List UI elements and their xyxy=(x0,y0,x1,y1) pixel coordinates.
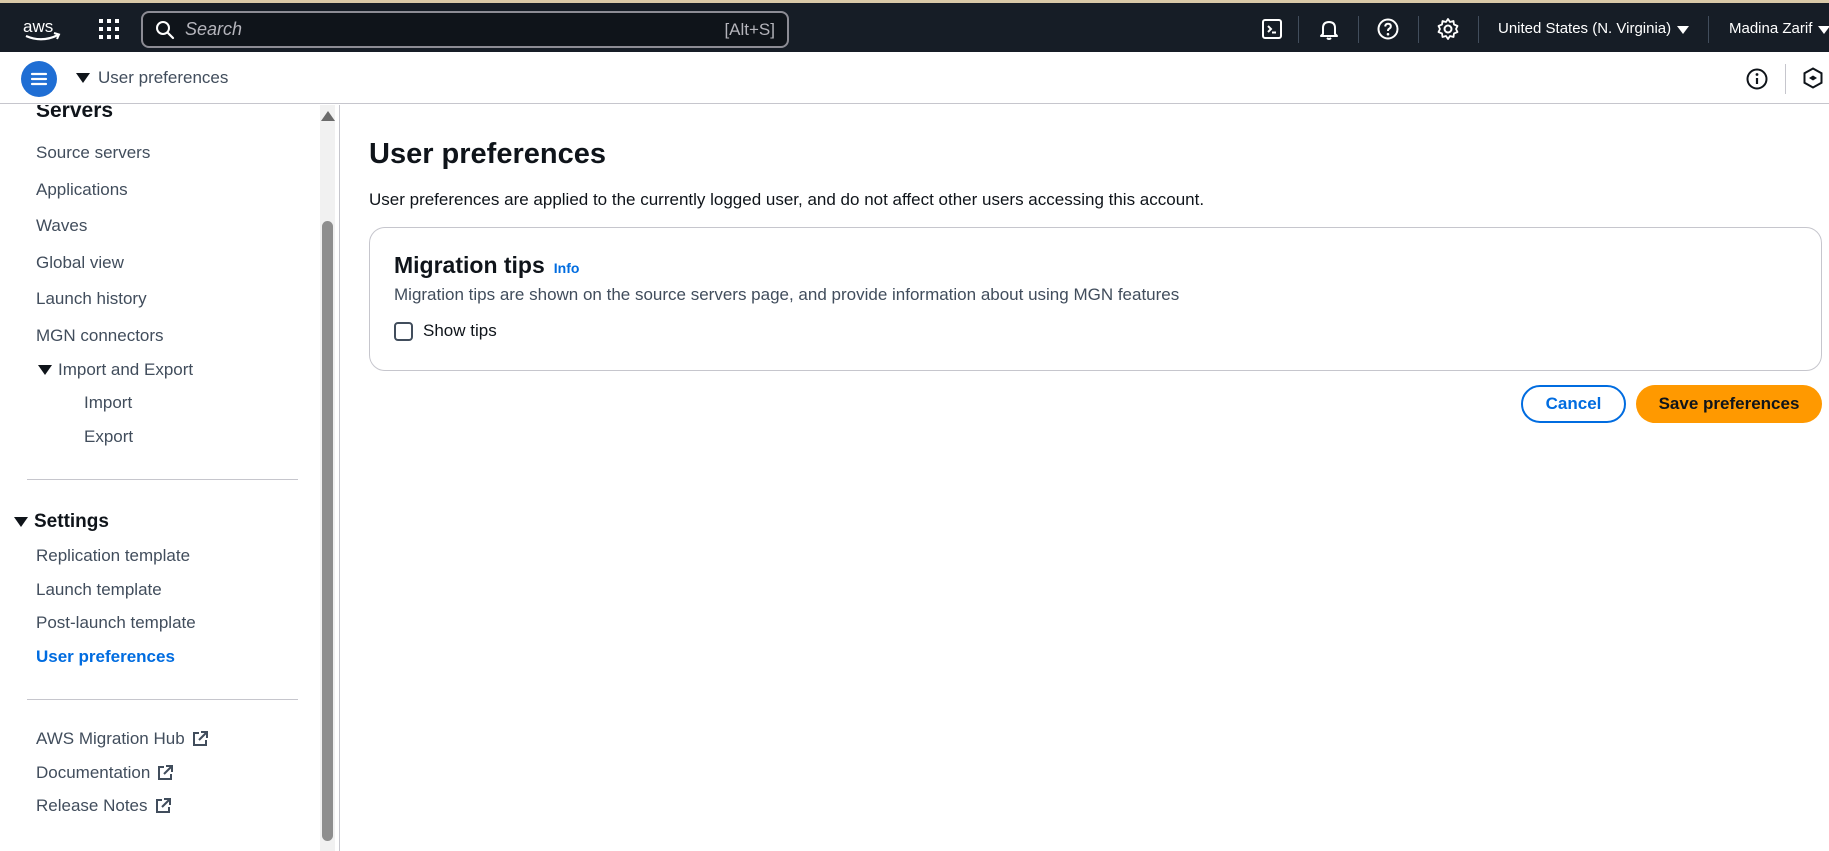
page-title: User preferences xyxy=(369,138,606,170)
sidebar-item-mgn-connectors[interactable]: MGN connectors xyxy=(36,326,164,346)
external-link-icon xyxy=(192,731,208,746)
caret-down-icon xyxy=(14,517,28,527)
show-tips-label[interactable]: Show tips xyxy=(423,321,497,341)
sidebar-divider xyxy=(27,699,298,700)
sidebar-scrollbar-thumb[interactable] xyxy=(322,221,333,841)
breadcrumb-current: User preferences xyxy=(98,68,229,87)
sidebar-item-user-preferences[interactable]: User preferences xyxy=(36,647,175,667)
account-menu[interactable]: Madina Zarif xyxy=(1729,20,1829,37)
scroll-up-arrow-icon[interactable] xyxy=(321,111,335,121)
sidebar-section-settings[interactable]: Settings xyxy=(14,511,109,533)
sidebar-item-export[interactable]: Export xyxy=(84,427,133,447)
aws-logo-text: aws xyxy=(23,17,53,36)
caret-down-icon xyxy=(1818,25,1829,34)
region-selector[interactable]: United States (N. Virginia) xyxy=(1498,20,1690,37)
sidebar-item-global-view[interactable]: Global view xyxy=(36,253,124,273)
account-name: Madina Zarif xyxy=(1729,20,1813,37)
sidebar-item-source-servers[interactable]: Source servers xyxy=(36,143,150,163)
settings-icon[interactable] xyxy=(1436,17,1460,41)
cancel-button[interactable]: Cancel xyxy=(1521,385,1626,423)
link-label: AWS Migration Hub xyxy=(36,729,185,748)
breadcrumb-bar: User preferences xyxy=(0,52,1829,104)
sidebar-link-documentation[interactable]: Documentation xyxy=(36,763,174,783)
sidebar-item-launch-template[interactable]: Launch template xyxy=(36,580,162,600)
search-shortcut: [Alt+S] xyxy=(724,19,775,39)
caret-down-icon xyxy=(76,73,90,83)
sidebar-divider xyxy=(27,479,298,480)
sidebar-item-replication-template[interactable]: Replication template xyxy=(36,546,190,566)
caret-down-icon xyxy=(1677,25,1690,34)
panel-header: Migration tips Info xyxy=(394,252,579,279)
caret-down-icon xyxy=(38,365,52,375)
nav-divider xyxy=(1358,16,1359,43)
nav-divider xyxy=(1418,16,1419,43)
sidebar-item-post-launch-template[interactable]: Post-launch template xyxy=(36,613,196,633)
servers-heading: Servers xyxy=(36,105,114,122)
nav-divider xyxy=(1478,16,1479,43)
bell-icon[interactable] xyxy=(1317,17,1341,41)
cloudshell-icon[interactable] xyxy=(1260,17,1284,41)
link-label: Documentation xyxy=(36,763,151,782)
page-description: User preferences are applied to the curr… xyxy=(369,190,1205,209)
migration-tips-panel: Migration tips Info Migration tips are s… xyxy=(369,227,1822,371)
region-label: United States (N. Virginia) xyxy=(1498,20,1672,37)
save-preferences-button[interactable]: Save preferences xyxy=(1636,385,1822,423)
sidebar-section-label: Import and Export xyxy=(58,360,194,379)
breadcrumb-divider xyxy=(1785,64,1786,94)
sidebar-link-migration-hub[interactable]: AWS Migration Hub xyxy=(36,729,209,749)
sidebar-section-import-export[interactable]: Import and Export xyxy=(38,360,193,380)
sidebar-link-release-notes[interactable]: Release Notes xyxy=(36,796,172,816)
aws-logo[interactable]: aws xyxy=(22,15,62,43)
menu-toggle-button[interactable] xyxy=(21,61,57,97)
sidebar-item-applications[interactable]: Applications xyxy=(36,180,128,200)
settings-heading: Settings xyxy=(34,511,109,532)
search-bar[interactable]: [Alt+S] xyxy=(141,11,789,48)
search-input[interactable] xyxy=(185,19,725,40)
external-link-icon xyxy=(158,765,174,780)
info-icon[interactable] xyxy=(1745,67,1769,91)
hexagon-icon[interactable] xyxy=(1801,66,1825,90)
breadcrumb[interactable]: User preferences xyxy=(76,68,228,88)
link-label: Release Notes xyxy=(36,796,148,815)
sidebar-item-waves[interactable]: Waves xyxy=(36,216,87,236)
top-navigation: aws [Alt+S] xyxy=(0,0,1829,52)
nav-divider xyxy=(1708,16,1709,43)
services-grid-icon[interactable] xyxy=(98,18,120,40)
panel-title: Migration tips xyxy=(394,252,545,278)
help-icon[interactable] xyxy=(1376,17,1400,41)
search-icon xyxy=(156,20,175,39)
external-link-icon xyxy=(155,798,171,813)
panel-description: Migration tips are shown on the source s… xyxy=(394,285,1180,304)
side-navigation: Servers Source servers Applications Wave… xyxy=(0,105,340,851)
sidebar-item-launch-history[interactable]: Launch history xyxy=(36,289,147,309)
info-link[interactable]: Info xyxy=(554,260,580,276)
show-tips-row[interactable]: Show tips xyxy=(394,321,497,341)
sidebar-item-import[interactable]: Import xyxy=(84,393,132,413)
hamburger-icon xyxy=(30,72,48,86)
nav-divider xyxy=(1298,16,1299,43)
show-tips-checkbox[interactable] xyxy=(394,321,413,341)
